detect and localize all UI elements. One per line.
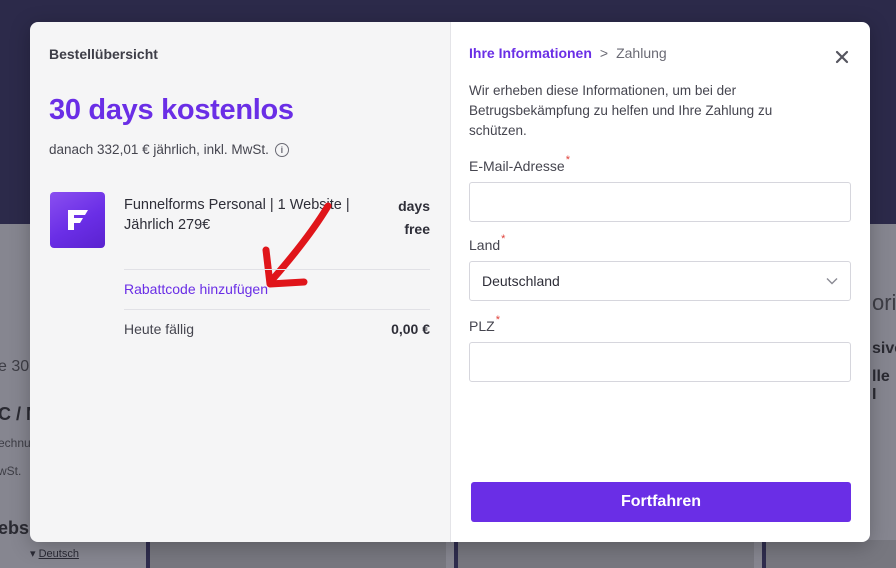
close-icon[interactable] [834,49,850,65]
intro-text: Wir erheben diese Informationen, um bei … [469,83,773,138]
email-label: E-Mail-Adresse* [469,154,570,174]
breadcrumb-step-information[interactable]: Ihre Informationen [469,45,592,61]
background-card [762,540,896,568]
zip-field[interactable] [469,342,851,382]
background-text: sive [872,340,896,357]
country-label-text: Land [469,237,501,253]
price-note-text: danach 332,01 € jährlich, inkl. MwSt. [49,142,269,157]
background-text: ori [872,290,896,315]
trial-heading: 30 days kostenlos [49,94,294,126]
required-mark: * [495,314,500,326]
checkout-modal: Bestellübersicht 30 days kostenlos danac… [30,22,870,542]
product-price: days free [398,195,430,241]
background-text: e 30 [0,358,30,375]
summary-title: Bestellübersicht [49,46,158,62]
funnelforms-logo-icon [50,192,105,248]
chevron-down-icon [826,278,838,285]
country-select[interactable]: Deutschland [469,261,851,301]
divider [124,309,430,310]
due-today-label: Heute fällig [124,321,195,337]
product-price-line1: days [398,198,430,214]
price-note: danach 332,01 € jährlich, inkl. MwSt. i [49,142,289,157]
required-mark: * [565,154,570,166]
language-selector[interactable]: ▾ Deutsch [30,547,79,560]
country-select-value: Deutschland [482,273,560,289]
breadcrumb: Ihre Informationen > Zahlung [469,45,667,61]
language-link[interactable]: Deutsch [39,548,79,560]
background-card [454,540,754,568]
background-text: wSt. [0,464,22,478]
country-label: Land* [469,233,505,253]
order-summary-panel: Bestellübersicht 30 days kostenlos danac… [30,22,450,542]
info-icon[interactable]: i [274,142,289,157]
background-text: lle I [872,368,890,403]
zip-label: PLZ* [469,314,500,334]
due-today-value: 0,00 € [391,321,430,337]
divider [124,269,430,270]
continue-button[interactable]: Fortfahren [471,482,851,522]
background-card [146,540,446,568]
background-text: echnu [0,436,31,450]
zip-label-text: PLZ [469,318,495,334]
information-form-panel: Ihre Informationen > Zahlung Wir erheben… [450,22,870,542]
red-arrow-annotation-icon [262,202,332,288]
breadcrumb-step-payment[interactable]: Zahlung [616,45,667,61]
product-price-line2: free [404,221,430,237]
required-mark: * [501,233,506,245]
email-label-text: E-Mail-Adresse [469,158,565,174]
breadcrumb-separator: > [599,45,609,61]
email-field[interactable] [469,182,851,222]
add-coupon-link[interactable]: Rabattcode hinzufügen [124,281,268,297]
